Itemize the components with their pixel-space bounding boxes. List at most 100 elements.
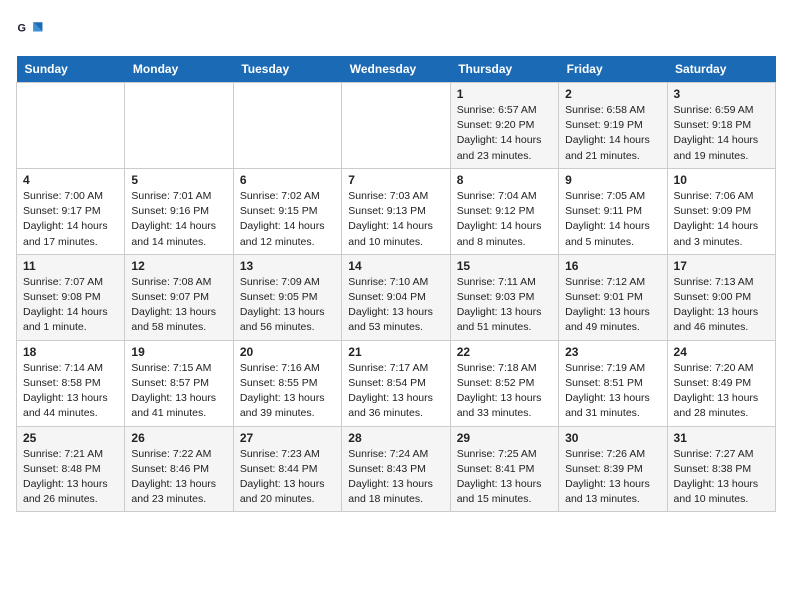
day-number: 5 (131, 173, 226, 187)
day-info: Sunrise: 6:57 AM Sunset: 9:20 PM Dayligh… (457, 103, 552, 164)
calendar-cell: 31Sunrise: 7:27 AM Sunset: 8:38 PM Dayli… (667, 426, 775, 512)
day-number: 18 (23, 345, 118, 359)
calendar-cell: 10 Sunrise: 7:06 AM Sunset: 9:09 PM Dayli… (667, 168, 775, 254)
day-info: Sunrise: 6:58 AM Sunset: 9:19 PM Dayligh… (565, 103, 660, 164)
day-number: 22 (457, 345, 552, 359)
day-info: Sunrise: 7:15 AM Sunset: 8:57 PM Dayligh… (131, 361, 226, 422)
calendar-cell: 27Sunrise: 7:23 AM Sunset: 8:44 PM Dayli… (233, 426, 341, 512)
day-number: 3 (674, 87, 769, 101)
day-info: Sunrise: 7:22 AM Sunset: 8:46 PM Dayligh… (131, 447, 226, 508)
day-number: 20 (240, 345, 335, 359)
weekday-header-saturday: Saturday (667, 56, 775, 83)
day-number: 14 (348, 259, 443, 273)
calendar-cell: 17 Sunrise: 7:13 AM Sunset: 9:00 PM Dayli… (667, 254, 775, 340)
day-number: 26 (131, 431, 226, 445)
day-number: 27 (240, 431, 335, 445)
day-number: 21 (348, 345, 443, 359)
day-number: 30 (565, 431, 660, 445)
day-info: Sunrise: 7:18 AM Sunset: 8:52 PM Dayligh… (457, 361, 552, 422)
day-info: Sunrise: 7:26 AM Sunset: 8:39 PM Dayligh… (565, 447, 660, 508)
day-info: Sunrise: 7:04 AM Sunset: 9:12 PM Dayligh… (457, 189, 552, 250)
calendar-week-5: 25Sunrise: 7:21 AM Sunset: 8:48 PM Dayli… (17, 426, 776, 512)
calendar-cell (17, 83, 125, 169)
calendar-week-1: 1 Sunrise: 6:57 AM Sunset: 9:20 PM Daylig… (17, 83, 776, 169)
calendar-cell (125, 83, 233, 169)
day-number: 4 (23, 173, 118, 187)
weekday-header-thursday: Thursday (450, 56, 558, 83)
day-info: Sunrise: 7:07 AM Sunset: 9:08 PM Dayligh… (23, 275, 118, 336)
day-info: Sunrise: 6:59 AM Sunset: 9:18 PM Dayligh… (674, 103, 769, 164)
day-info: Sunrise: 7:08 AM Sunset: 9:07 PM Dayligh… (131, 275, 226, 336)
day-info: Sunrise: 7:05 AM Sunset: 9:11 PM Dayligh… (565, 189, 660, 250)
logo-icon: G (16, 16, 44, 44)
calendar-cell: 3 Sunrise: 6:59 AM Sunset: 9:18 PM Daylig… (667, 83, 775, 169)
day-info: Sunrise: 7:03 AM Sunset: 9:13 PM Dayligh… (348, 189, 443, 250)
calendar-cell: 29Sunrise: 7:25 AM Sunset: 8:41 PM Dayli… (450, 426, 558, 512)
calendar-week-3: 11 Sunrise: 7:07 AM Sunset: 9:08 PM Dayli… (17, 254, 776, 340)
calendar-cell: 15Sunrise: 7:11 AM Sunset: 9:03 PM Dayli… (450, 254, 558, 340)
day-number: 7 (348, 173, 443, 187)
calendar-cell: 1 Sunrise: 6:57 AM Sunset: 9:20 PM Daylig… (450, 83, 558, 169)
day-number: 13 (240, 259, 335, 273)
calendar-cell: 7 Sunrise: 7:03 AM Sunset: 9:13 PM Daylig… (342, 168, 450, 254)
calendar-cell: 13Sunrise: 7:09 AM Sunset: 9:05 PM Dayli… (233, 254, 341, 340)
day-info: Sunrise: 7:06 AM Sunset: 9:09 PM Dayligh… (674, 189, 769, 250)
weekday-header-wednesday: Wednesday (342, 56, 450, 83)
day-number: 8 (457, 173, 552, 187)
day-info: Sunrise: 7:01 AM Sunset: 9:16 PM Dayligh… (131, 189, 226, 250)
calendar-cell: 25Sunrise: 7:21 AM Sunset: 8:48 PM Dayli… (17, 426, 125, 512)
calendar-header-row: SundayMondayTuesdayWednesdayThursdayFrid… (17, 56, 776, 83)
day-info: Sunrise: 7:11 AM Sunset: 9:03 PM Dayligh… (457, 275, 552, 336)
day-number: 6 (240, 173, 335, 187)
calendar-cell (233, 83, 341, 169)
day-info: Sunrise: 7:27 AM Sunset: 8:38 PM Dayligh… (674, 447, 769, 508)
logo: G (16, 16, 48, 44)
calendar-cell: 12 Sunrise: 7:08 AM Sunset: 9:07 PM Dayli… (125, 254, 233, 340)
day-number: 1 (457, 87, 552, 101)
calendar-cell (342, 83, 450, 169)
day-info: Sunrise: 7:16 AM Sunset: 8:55 PM Dayligh… (240, 361, 335, 422)
calendar-cell: 19 Sunrise: 7:15 AM Sunset: 8:57 PM Dayli… (125, 340, 233, 426)
day-info: Sunrise: 7:24 AM Sunset: 8:43 PM Dayligh… (348, 447, 443, 508)
day-number: 28 (348, 431, 443, 445)
calendar-cell: 24Sunrise: 7:20 AM Sunset: 8:49 PM Dayli… (667, 340, 775, 426)
calendar-cell: 21 Sunrise: 7:17 AM Sunset: 8:54 PM Dayli… (342, 340, 450, 426)
calendar-cell: 2 Sunrise: 6:58 AM Sunset: 9:19 PM Daylig… (559, 83, 667, 169)
day-number: 23 (565, 345, 660, 359)
calendar-week-2: 4 Sunrise: 7:00 AM Sunset: 9:17 PM Daylig… (17, 168, 776, 254)
calendar-cell: 30 Sunrise: 7:26 AM Sunset: 8:39 PM Dayli… (559, 426, 667, 512)
day-info: Sunrise: 7:13 AM Sunset: 9:00 PM Dayligh… (674, 275, 769, 336)
day-info: Sunrise: 7:02 AM Sunset: 9:15 PM Dayligh… (240, 189, 335, 250)
page-header: G (16, 16, 776, 44)
weekday-header-friday: Friday (559, 56, 667, 83)
calendar-cell: 22 Sunrise: 7:18 AM Sunset: 8:52 PM Dayli… (450, 340, 558, 426)
day-number: 29 (457, 431, 552, 445)
calendar-cell: 8 Sunrise: 7:04 AM Sunset: 9:12 PM Daylig… (450, 168, 558, 254)
calendar-cell: 14 Sunrise: 7:10 AM Sunset: 9:04 PM Dayli… (342, 254, 450, 340)
day-info: Sunrise: 7:20 AM Sunset: 8:49 PM Dayligh… (674, 361, 769, 422)
day-info: Sunrise: 7:17 AM Sunset: 8:54 PM Dayligh… (348, 361, 443, 422)
day-info: Sunrise: 7:10 AM Sunset: 9:04 PM Dayligh… (348, 275, 443, 336)
day-number: 19 (131, 345, 226, 359)
day-info: Sunrise: 7:19 AM Sunset: 8:51 PM Dayligh… (565, 361, 660, 422)
calendar-cell: 9 Sunrise: 7:05 AM Sunset: 9:11 PM Daylig… (559, 168, 667, 254)
day-number: 12 (131, 259, 226, 273)
weekday-header-monday: Monday (125, 56, 233, 83)
day-number: 2 (565, 87, 660, 101)
day-info: Sunrise: 7:00 AM Sunset: 9:17 PM Dayligh… (23, 189, 118, 250)
calendar-cell: 26 Sunrise: 7:22 AM Sunset: 8:46 PM Dayli… (125, 426, 233, 512)
day-info: Sunrise: 7:12 AM Sunset: 9:01 PM Dayligh… (565, 275, 660, 336)
calendar-cell: 11 Sunrise: 7:07 AM Sunset: 9:08 PM Dayli… (17, 254, 125, 340)
svg-text:G: G (18, 23, 26, 35)
day-number: 17 (674, 259, 769, 273)
weekday-header-tuesday: Tuesday (233, 56, 341, 83)
day-number: 10 (674, 173, 769, 187)
calendar-cell: 16Sunrise: 7:12 AM Sunset: 9:01 PM Dayli… (559, 254, 667, 340)
day-number: 25 (23, 431, 118, 445)
calendar-week-4: 18Sunrise: 7:14 AM Sunset: 8:58 PM Dayli… (17, 340, 776, 426)
day-number: 11 (23, 259, 118, 273)
calendar-cell: 28 Sunrise: 7:24 AM Sunset: 8:43 PM Dayli… (342, 426, 450, 512)
day-number: 9 (565, 173, 660, 187)
calendar-cell: 23 Sunrise: 7:19 AM Sunset: 8:51 PM Dayli… (559, 340, 667, 426)
calendar-cell: 18Sunrise: 7:14 AM Sunset: 8:58 PM Dayli… (17, 340, 125, 426)
